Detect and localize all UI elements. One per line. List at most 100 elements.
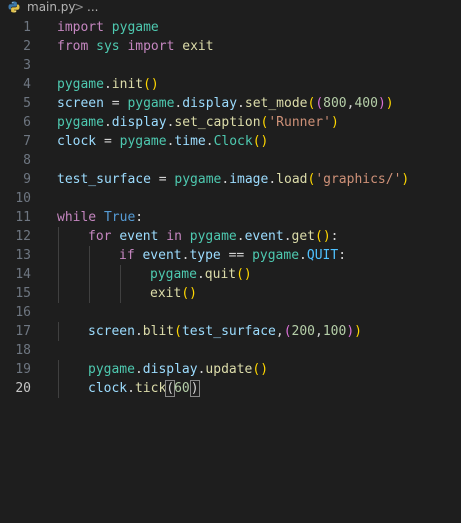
- code-token: .: [196, 267, 205, 282]
- code-token: exit: [150, 286, 182, 301]
- code-text: pygame.quit(): [150, 265, 252, 284]
- code-line[interactable]: 8: [0, 151, 461, 170]
- code-token: (): [315, 229, 331, 244]
- chevron-right-icon: >: [74, 0, 85, 14]
- code-line[interactable]: 13 if event.type == pygame.QUIT:: [0, 246, 461, 265]
- code-line[interactable]: 12 for event in pygame.event.get():: [0, 227, 461, 246]
- code-token: 200: [291, 324, 315, 339]
- indent-guide: [58, 322, 59, 341]
- code-token: ): [354, 324, 362, 339]
- code-token: ,: [275, 324, 284, 339]
- code-token: ): [189, 380, 200, 397]
- code-token: pygame: [57, 77, 104, 92]
- indent-guide: [120, 265, 121, 284]
- code-token: set_mode: [244, 96, 308, 111]
- code-token: ): [377, 96, 386, 111]
- code-token: Clock: [213, 134, 253, 149]
- line-number: 15: [15, 286, 31, 301]
- code-token: (): [252, 134, 269, 149]
- code-line[interactable]: 1 import pygame: [0, 18, 461, 37]
- indent-guide: [89, 284, 90, 303]
- code-token: (: [165, 380, 176, 397]
- code-token: .: [237, 96, 245, 111]
- code-token: init: [111, 77, 144, 92]
- code-token: (): [143, 77, 159, 92]
- code-line[interactable]: 11 while True:: [0, 208, 461, 227]
- code-token: clock: [88, 381, 128, 396]
- code-line[interactable]: 5 screen = pygame.display.set_mode((800,4…: [0, 94, 461, 113]
- code-token: update: [205, 362, 253, 377]
- code-token: ==: [220, 248, 253, 263]
- code-text: pygame.display.update(): [88, 360, 268, 379]
- breadcrumb: main.py > ...: [0, 0, 461, 16]
- code-token: .: [283, 229, 292, 244]
- code-token: (): [236, 267, 252, 282]
- code-token: for: [88, 229, 112, 244]
- code-line[interactable]: 4 pygame.init(): [0, 75, 461, 94]
- code-line[interactable]: 16: [0, 303, 461, 322]
- code-editor[interactable]: 1 import pygame 2 from sys import exit 3 4 pyg…: [0, 18, 461, 398]
- code-text: screen = pygame.display.set_mode((800,40…: [57, 94, 394, 113]
- code-token: pygame: [119, 134, 167, 149]
- code-token: ): [385, 96, 394, 111]
- line-number: 8: [23, 153, 31, 168]
- code-token: exit: [182, 39, 214, 54]
- code-token: 400: [354, 96, 378, 111]
- code-token: .: [268, 172, 277, 187]
- line-number: 19: [15, 362, 31, 377]
- code-token: blit: [142, 324, 175, 339]
- code-token: (: [174, 324, 182, 339]
- breadcrumb-file[interactable]: main.py: [27, 0, 76, 15]
- code-token: event: [119, 229, 159, 244]
- indent-guide: [58, 284, 59, 303]
- code-text: exit(): [150, 284, 197, 303]
- code-line[interactable]: 15 exit(): [0, 284, 461, 303]
- code-token: sys: [96, 39, 120, 54]
- code-token: test_surface: [181, 324, 276, 339]
- code-token: display: [142, 362, 198, 377]
- code-token: .: [103, 115, 112, 130]
- code-line[interactable]: 10: [0, 189, 461, 208]
- code-token: tick: [134, 381, 167, 396]
- code-text: from sys import exit: [57, 37, 214, 56]
- code-token: load: [276, 172, 308, 187]
- code-line[interactable]: 7 clock = pygame.time.Clock(): [0, 132, 461, 151]
- code-token: (): [181, 286, 197, 301]
- indent-guide: [89, 246, 90, 265]
- code-line[interactable]: 3: [0, 56, 461, 75]
- line-number: 16: [15, 305, 31, 320]
- code-token: ,: [315, 324, 323, 339]
- code-line[interactable]: 14 pygame.quit(): [0, 265, 461, 284]
- code-text: clock.tick(60): [88, 379, 200, 398]
- code-token: pygame: [88, 362, 135, 377]
- code-line[interactable]: 18: [0, 341, 461, 360]
- code-token: type: [189, 248, 221, 263]
- line-number: 14: [15, 267, 31, 282]
- code-token: quit: [204, 267, 237, 282]
- python-file-icon: [8, 1, 20, 13]
- code-token: (: [283, 324, 292, 339]
- code-line[interactable]: 6 pygame.display.set_caption('Runner'): [0, 113, 461, 132]
- code-line[interactable]: 20 clock.tick(60): [0, 379, 461, 398]
- code-line[interactable]: 2 from sys import exit: [0, 37, 461, 56]
- code-token: get: [291, 229, 316, 244]
- code-token: from: [57, 39, 89, 54]
- code-token: .: [299, 248, 307, 263]
- code-token: ): [330, 115, 339, 130]
- code-token: 100: [322, 324, 347, 339]
- code-token: QUIT: [306, 248, 339, 263]
- code-token: display: [182, 96, 238, 111]
- line-number: 6: [23, 115, 31, 130]
- code-text: screen.blit(test_surface,(200,100)): [88, 322, 362, 341]
- code-line[interactable]: 19 pygame.display.update(): [0, 360, 461, 379]
- indent-guide: [58, 379, 59, 398]
- code-token: =: [96, 134, 120, 149]
- code-token: pygame: [252, 248, 300, 263]
- code-line[interactable]: 17 screen.blit(test_surface,(200,100)): [0, 322, 461, 341]
- code-line[interactable]: 9 test_surface = pygame.image.load('graph…: [0, 170, 461, 189]
- code-token: image: [229, 172, 269, 187]
- breadcrumb-more[interactable]: ...: [87, 0, 98, 15]
